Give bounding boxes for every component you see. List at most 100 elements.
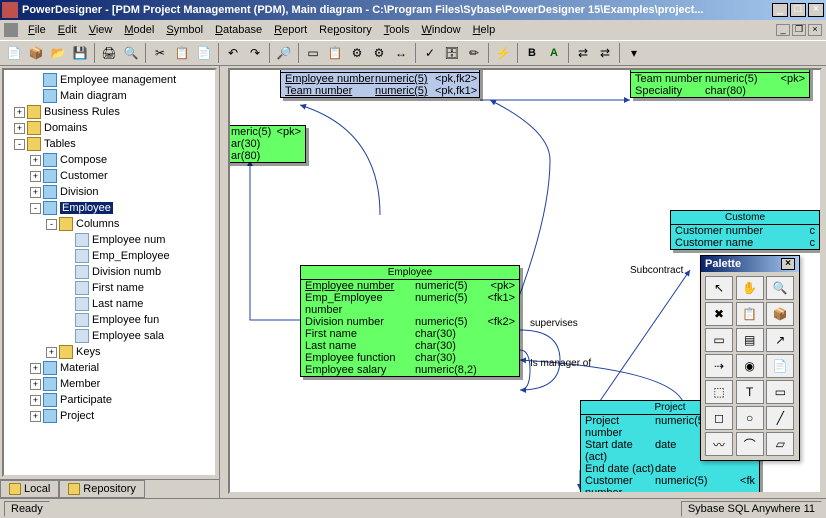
- tb-edit-button[interactable]: ✏: [464, 43, 484, 63]
- palette-link-button[interactable]: ↗: [766, 328, 794, 352]
- tree-item[interactable]: Last name: [6, 296, 213, 312]
- tree-expander[interactable]: +: [30, 379, 41, 390]
- tree-item[interactable]: +Participate: [6, 392, 213, 408]
- tree-item[interactable]: Main diagram: [6, 88, 213, 104]
- tb-dropdown-button[interactable]: ▾: [624, 43, 644, 63]
- tree-expander[interactable]: +: [30, 363, 41, 374]
- palette-grabber-button[interactable]: ✋: [736, 276, 764, 300]
- menu-window[interactable]: Window: [415, 24, 466, 36]
- tree-item[interactable]: Employee management: [6, 72, 213, 88]
- tree-expander[interactable]: +: [30, 411, 41, 422]
- palette-delete-button[interactable]: ✖: [705, 302, 733, 326]
- tree-expander[interactable]: +: [14, 123, 25, 134]
- copy-button[interactable]: 📋: [172, 43, 192, 63]
- entity-member[interactable]: Member Employee numbernumeric(5)<pk,fk2>…: [280, 68, 480, 98]
- menu-edit[interactable]: Edit: [52, 24, 83, 36]
- paste-button[interactable]: 📄: [194, 43, 214, 63]
- tb-trigger-button[interactable]: ⚡: [493, 43, 513, 63]
- menu-help[interactable]: Help: [467, 24, 502, 36]
- find-button[interactable]: 🔎: [274, 43, 294, 63]
- palette-package-button[interactable]: 📦: [766, 302, 794, 326]
- tree-expander[interactable]: +: [14, 107, 25, 118]
- new-button[interactable]: 📄: [4, 43, 24, 63]
- new-model-button[interactable]: 📦: [26, 43, 46, 63]
- entity-employee[interactable]: Employee Employee numbernumeric(5)<pk>Em…: [300, 265, 520, 377]
- palette-reference-button[interactable]: ⇢: [705, 354, 733, 378]
- menu-model[interactable]: Model: [118, 24, 160, 36]
- diagram-canvas[interactable]: Member Employee numbernumeric(5)<pk,fk2>…: [228, 68, 822, 494]
- palette-line-button[interactable]: ╱: [766, 406, 794, 430]
- tree-item[interactable]: Employee num: [6, 232, 213, 248]
- palette-rect-button[interactable]: ◻: [705, 406, 733, 430]
- tree-item[interactable]: Emp_Employee: [6, 248, 213, 264]
- palette-zoom-button[interactable]: 🔍: [766, 276, 794, 300]
- tree-expander[interactable]: -: [14, 139, 25, 150]
- tree-item[interactable]: -Tables: [6, 136, 213, 152]
- tb-compare-button[interactable]: ↔: [391, 43, 411, 63]
- tree-item[interactable]: First name: [6, 280, 213, 296]
- save-button[interactable]: 💾: [70, 43, 90, 63]
- tree-expander[interactable]: +: [30, 171, 41, 182]
- undo-button[interactable]: ↶: [223, 43, 243, 63]
- palette-polygon-button[interactable]: ▱: [766, 432, 794, 456]
- tb-text-button[interactable]: A: [544, 43, 564, 63]
- mdi-restore-button[interactable]: ❐: [792, 24, 806, 36]
- tree-item[interactable]: +Division: [6, 184, 213, 200]
- palette-close-button[interactable]: ×: [781, 258, 795, 270]
- palette-window[interactable]: Palette × ↖ ✋ 🔍 ✖ 📋 📦 ▭ ▤ ↗ ⇢ ◉ 📄 ⬚: [700, 255, 800, 461]
- tree-item[interactable]: +Project: [6, 408, 213, 424]
- palette-view-button[interactable]: ▤: [736, 328, 764, 352]
- tb-bold-button[interactable]: B: [522, 43, 542, 63]
- palette-table-button[interactable]: ▭: [705, 328, 733, 352]
- maximize-button[interactable]: □: [790, 3, 806, 17]
- tree-item[interactable]: -Employee: [6, 200, 213, 216]
- palette-proc-button[interactable]: ◉: [736, 354, 764, 378]
- palette-polyline-button[interactable]: 〰: [705, 432, 733, 456]
- menu-view[interactable]: View: [83, 24, 119, 36]
- tb-box-button[interactable]: ▭: [303, 43, 323, 63]
- menu-repository[interactable]: Repository: [313, 24, 378, 36]
- palette-ext-button[interactable]: ⬚: [705, 380, 733, 404]
- tree-item[interactable]: Employee fun: [6, 312, 213, 328]
- entity-fragment[interactable]: meric(5)<pk>ar(30)ar(80): [228, 125, 306, 163]
- tree-item[interactable]: +Customer: [6, 168, 213, 184]
- entity-customer[interactable]: Custome Customer numbercCustomer namec: [670, 210, 820, 250]
- palette-arc-button[interactable]: ⌒: [736, 432, 764, 456]
- tb-check-button[interactable]: ✓: [420, 43, 440, 63]
- model-tree[interactable]: Employee managementMain diagram+Business…: [2, 68, 217, 477]
- tree-item[interactable]: +Keys: [6, 344, 213, 360]
- close-button[interactable]: ×: [808, 3, 824, 17]
- tree-item[interactable]: +Compose: [6, 152, 213, 168]
- minimize-button[interactable]: _: [772, 3, 788, 17]
- open-button[interactable]: 📂: [48, 43, 68, 63]
- cut-button[interactable]: ✂: [150, 43, 170, 63]
- tree-item[interactable]: -Columns: [6, 216, 213, 232]
- tree-expander[interactable]: +: [46, 347, 57, 358]
- tb-sync1-button[interactable]: ⇄: [573, 43, 593, 63]
- redo-button[interactable]: ↷: [245, 43, 265, 63]
- palette-note-button[interactable]: T: [736, 380, 764, 404]
- preview-button[interactable]: 🔍: [121, 43, 141, 63]
- tree-expander[interactable]: +: [30, 187, 41, 198]
- print-button[interactable]: 🖨: [99, 43, 119, 63]
- tb-sync2-button[interactable]: ⇄: [595, 43, 615, 63]
- tree-item[interactable]: +Domains: [6, 120, 213, 136]
- tab-repository[interactable]: Repository: [59, 480, 145, 498]
- palette-titlebar[interactable]: Palette ×: [701, 256, 799, 272]
- menu-file[interactable]: File: [22, 24, 52, 36]
- tb-db-button[interactable]: 🗄: [442, 43, 462, 63]
- mdi-close-button[interactable]: ×: [808, 24, 822, 36]
- tb-gen1-button[interactable]: ⚙: [347, 43, 367, 63]
- tree-expander[interactable]: +: [30, 155, 41, 166]
- palette-pointer-button[interactable]: ↖: [705, 276, 733, 300]
- tb-gen2-button[interactable]: ⚙: [369, 43, 389, 63]
- palette-props-button[interactable]: 📋: [736, 302, 764, 326]
- tree-expander[interactable]: -: [30, 203, 41, 214]
- tree-expander[interactable]: -: [46, 219, 57, 230]
- menu-symbol[interactable]: Symbol: [160, 24, 209, 36]
- menu-tools[interactable]: Tools: [378, 24, 416, 36]
- tb-prop-button[interactable]: 📋: [325, 43, 345, 63]
- tree-item[interactable]: +Material: [6, 360, 213, 376]
- menu-report[interactable]: Report: [268, 24, 313, 36]
- menu-database[interactable]: Database: [209, 24, 268, 36]
